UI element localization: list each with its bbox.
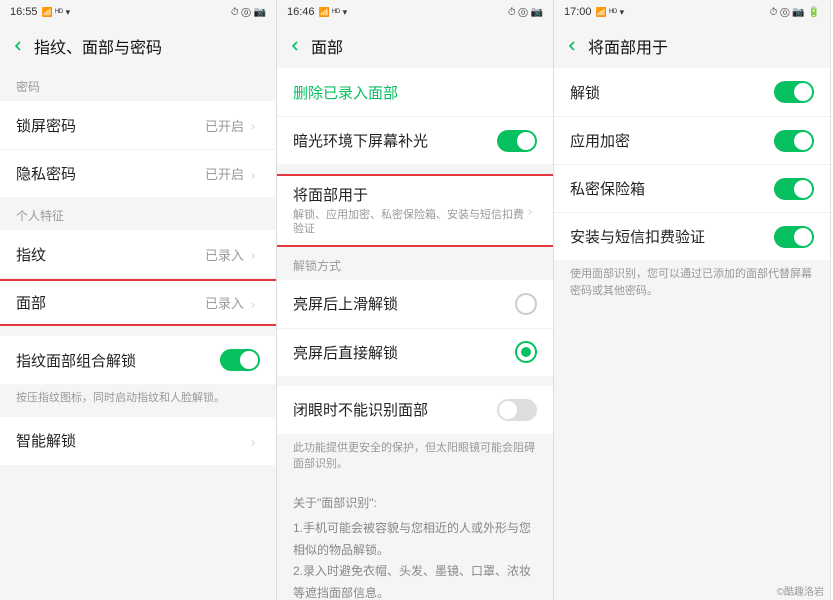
row-label: 锁屏密码	[16, 115, 205, 136]
row-label: 隐私密码	[16, 163, 205, 184]
settings-row[interactable]: 隐私密码 已开启	[0, 149, 276, 197]
hint-text: 使用面部识别，您可以通过已添加的面部代替屏幕密码或其他密码。	[554, 260, 830, 309]
header-title: 面部	[311, 34, 343, 58]
toggle-row: 应用加密	[554, 116, 830, 164]
radio-row[interactable]: 亮屏后直接解锁	[277, 328, 553, 376]
row-label: 亮屏后上滑解锁	[293, 293, 515, 314]
toggle-row: 闭眼时不能识别面部	[277, 386, 553, 434]
content-area: 解锁 应用加密 私密保险箱 安装与短信扣费验证 使用面部识别，您可以通过已添加的…	[554, 68, 830, 600]
back-icon[interactable]	[8, 36, 28, 56]
row-label: 智能解锁	[16, 430, 244, 451]
status-time: 16:46	[287, 6, 315, 18]
chevron-right-icon	[248, 168, 260, 180]
info-line: 2.录入时避免衣帽、头发、墨镜、口罩、浓妆等遮挡面部信息。	[293, 561, 537, 600]
back-icon[interactable]	[285, 36, 305, 56]
info-block: 关于"面部识别": 1.手机可能会被容貌与您相近的人或外形与您相似的物品解锁。2.…	[277, 483, 553, 600]
settings-row[interactable]: 将面部用于 解锁、应用加密、私密保险箱、安装与短信扣费验证	[277, 174, 553, 247]
row-label: 暗光环境下屏幕补光	[293, 130, 497, 151]
row-sublabel: 解锁、应用加密、私密保险箱、安装与短信扣费验证	[293, 208, 525, 237]
toggle-row: 暗光环境下屏幕补光	[277, 116, 553, 164]
spacer	[277, 164, 553, 174]
spacer	[277, 376, 553, 386]
status-icons: ⏱ ⓪ 📷	[231, 7, 266, 18]
section-header: 解锁方式	[277, 247, 553, 280]
back-icon[interactable]	[562, 36, 582, 56]
phone-screen-2: 16:46 📶 ᴴᴰ ▾ ⏱ ⓪ 📷 面部 删除已录入面部 暗光环境下屏幕补光 …	[277, 0, 554, 600]
row-value: 已开启	[205, 164, 244, 183]
phone-screen-3: 17:00 📶 ᴴᴰ ▾ ⏱ ⓪ 📷 🔋 将面部用于 解锁 应用加密 私密保险箱…	[554, 0, 831, 600]
chevron-right-icon	[248, 119, 260, 131]
row-label: 安装与短信扣费验证	[570, 226, 774, 247]
status-bar: 17:00 📶 ᴴᴰ ▾ ⏱ ⓪ 📷 🔋	[554, 0, 830, 24]
content-area: 删除已录入面部 暗光环境下屏幕补光 将面部用于 解锁、应用加密、私密保险箱、安装…	[277, 68, 553, 600]
settings-row[interactable]: 锁屏密码 已开启	[0, 101, 276, 149]
section-header: 密码	[0, 68, 276, 101]
row-label: 将面部用于	[293, 184, 525, 205]
chevron-right-icon	[525, 204, 537, 216]
status-bar: 16:55 📶 ᴴᴰ ▾ ⏱ ⓪ 📷	[0, 0, 276, 24]
hint-text: 此功能提供更安全的保护，但太阳眼镜可能会阻碍面部识别。	[277, 434, 553, 483]
row-label: 亮屏后直接解锁	[293, 342, 515, 363]
chevron-right-icon	[248, 248, 260, 260]
status-icons: ⏱ ⓪ 📷 🔋	[770, 7, 820, 18]
info-line: 1.手机可能会被容貌与您相近的人或外形与您相似的物品解锁。	[293, 518, 537, 561]
row-label: 解锁	[570, 82, 774, 103]
row-label: 面部	[16, 292, 205, 313]
settings-row[interactable]: 面部 已录入	[0, 278, 276, 326]
row-value: 已开启	[205, 116, 244, 135]
row-label: 指纹	[16, 244, 205, 265]
status-icons: ⏱ ⓪ 📷	[508, 7, 543, 18]
header-title: 将面部用于	[588, 34, 668, 58]
status-time: 16:55	[10, 6, 38, 18]
toggle-row: 指纹面部组合解锁	[0, 336, 276, 384]
toggle-row: 解锁	[554, 68, 830, 116]
radio-row[interactable]: 亮屏后上滑解锁	[277, 280, 553, 328]
toggle-row: 安装与短信扣费验证	[554, 212, 830, 260]
row-value: 已录入	[205, 245, 244, 264]
toggle-switch[interactable]	[774, 81, 814, 103]
radio-button[interactable]	[515, 293, 537, 315]
spacer	[0, 326, 276, 336]
hint-text: 按压指纹图标，同时启动指纹和人脸解锁。	[0, 384, 276, 417]
toggle-switch[interactable]	[220, 349, 260, 371]
header-title: 指纹、面部与密码	[34, 34, 162, 58]
content-area: 密码 锁屏密码 已开启 隐私密码 已开启 个人特征 指纹 已录入 面部 已录入 …	[0, 68, 276, 600]
header: 将面部用于	[554, 24, 830, 68]
status-signal: 📶 ᴴᴰ ▾	[596, 7, 625, 18]
toggle-switch[interactable]	[497, 399, 537, 421]
header: 面部	[277, 24, 553, 68]
chevron-right-icon	[248, 435, 260, 447]
row-label: 删除已录入面部	[293, 82, 537, 103]
status-signal: 📶 ᴴᴰ ▾	[319, 7, 348, 18]
settings-row[interactable]: 指纹 已录入	[0, 230, 276, 278]
status-signal: 📶 ᴴᴰ ▾	[42, 7, 71, 18]
toggle-switch[interactable]	[774, 178, 814, 200]
toggle-switch[interactable]	[774, 130, 814, 152]
row-label: 应用加密	[570, 130, 774, 151]
phone-screen-1: 16:55 📶 ᴴᴰ ▾ ⏱ ⓪ 📷 指纹、面部与密码 密码 锁屏密码 已开启 …	[0, 0, 277, 600]
toggle-switch[interactable]	[774, 226, 814, 248]
watermark: ©酷趣洛岩	[777, 583, 824, 598]
status-bar: 16:46 📶 ᴴᴰ ▾ ⏱ ⓪ 📷	[277, 0, 553, 24]
chevron-right-icon	[248, 297, 260, 309]
action-row[interactable]: 删除已录入面部	[277, 68, 553, 116]
toggle-row: 私密保险箱	[554, 164, 830, 212]
toggle-switch[interactable]	[497, 130, 537, 152]
row-label: 私密保险箱	[570, 178, 774, 199]
header: 指纹、面部与密码	[0, 24, 276, 68]
row-label: 指纹面部组合解锁	[16, 350, 220, 371]
status-time: 17:00	[564, 6, 592, 18]
settings-row[interactable]: 智能解锁	[0, 417, 276, 465]
radio-button[interactable]	[515, 341, 537, 363]
row-value: 已录入	[205, 293, 244, 312]
section-header: 个人特征	[0, 197, 276, 230]
row-label: 闭眼时不能识别面部	[293, 399, 497, 420]
info-title: 关于"面部识别":	[293, 493, 537, 515]
